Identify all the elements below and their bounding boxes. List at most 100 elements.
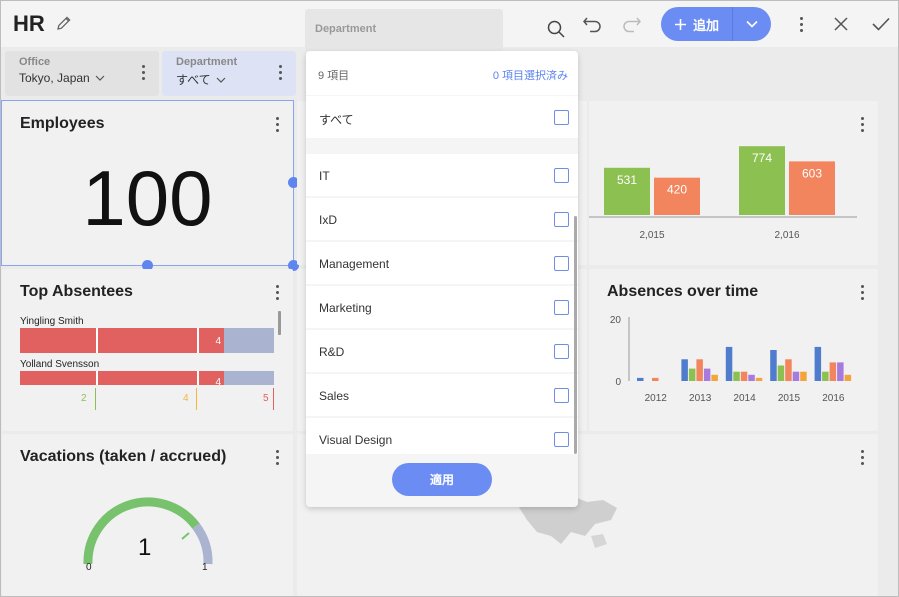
option-label: Sales: [319, 389, 350, 403]
bar-value-label: 420: [667, 183, 687, 197]
absentee-remaining-bar: [224, 328, 274, 353]
bar[interactable]: [837, 362, 844, 381]
chevron-down-icon: [746, 20, 758, 28]
bar[interactable]: [688, 368, 696, 381]
x-tick-label: 2012: [645, 393, 668, 404]
bar[interactable]: [777, 365, 785, 382]
check-icon[interactable]: [869, 12, 893, 36]
threshold-low-label: 2: [81, 393, 87, 404]
option-checkbox[interactable]: [554, 344, 569, 359]
selected-count-link[interactable]: 0 項目選択済み: [493, 67, 568, 83]
chevron-down-icon: [216, 77, 226, 83]
absentee-bar: 4: [20, 371, 224, 385]
add-dropdown-button[interactable]: [733, 7, 771, 41]
bar[interactable]: [785, 359, 792, 381]
bar[interactable]: [703, 368, 711, 381]
card-more-icon[interactable]: [276, 450, 279, 465]
card-title: Vacations (taken / accrued): [20, 448, 227, 465]
dropdown-header-label: Department: [315, 23, 377, 35]
close-icon[interactable]: [829, 12, 853, 36]
option-label: R&D: [319, 345, 345, 359]
card-top-absentees[interactable]: Top Absentees Yingling Smith 4 Yolland S…: [2, 269, 293, 431]
more-vertical-icon[interactable]: [789, 12, 813, 36]
dropdown-option[interactable]: Visual Design: [306, 418, 578, 454]
threshold-high-label: 5: [263, 393, 269, 404]
dropdown-option[interactable]: R&D: [306, 330, 578, 372]
card-absences-over-time[interactable]: Absences over time 20 0 2012 2013 2014 2015 20…: [589, 269, 878, 431]
absentee-remaining-bar: [224, 371, 274, 385]
bar-value-label: 603: [802, 166, 822, 180]
x-tick-label: 2,016: [774, 230, 799, 241]
redo-icon[interactable]: [620, 12, 644, 36]
option-label: Management: [319, 257, 390, 271]
bar[interactable]: [755, 377, 763, 381]
bar[interactable]: [652, 377, 659, 381]
bar-value-label: 531: [617, 173, 637, 187]
dropdown-option[interactable]: Marketing: [306, 286, 578, 328]
absences-chart-svg: 20 0 2012 2013 2014 2015 2016: [610, 315, 852, 404]
option-label: すべて: [319, 113, 354, 127]
bar[interactable]: [696, 359, 703, 381]
dashboard-title: HR: [13, 11, 45, 36]
dropdown-header: Department: [305, 9, 503, 51]
x-tick-label: 2015: [778, 393, 801, 404]
card-more-icon[interactable]: [861, 450, 864, 465]
bar-chart-svg: 531 420 2,015 774 603 2,016: [589, 146, 857, 241]
absentee-name: Yingling Smith: [20, 316, 84, 327]
bar[interactable]: [748, 374, 755, 381]
filter-office-more-icon[interactable]: [142, 65, 145, 80]
add-button-label: 追加: [692, 17, 719, 33]
bar[interactable]: [711, 374, 718, 381]
filter-department-more-icon[interactable]: [279, 65, 282, 80]
bar[interactable]: [637, 377, 644, 381]
bar[interactable]: [800, 371, 807, 381]
dropdown-option-all[interactable]: すべて: [306, 96, 578, 138]
undo-icon[interactable]: [580, 12, 604, 36]
list-scrollbar[interactable]: [278, 311, 281, 335]
bar[interactable]: [814, 346, 822, 381]
card-vacations[interactable]: Vacations (taken / accrued) 1 0 1: [2, 434, 293, 596]
option-checkbox[interactable]: [554, 212, 569, 227]
bar[interactable]: [792, 371, 800, 381]
dropdown-option[interactable]: Management: [306, 242, 578, 284]
option-checkbox[interactable]: [554, 300, 569, 315]
bar[interactable]: [829, 362, 837, 381]
x-tick-label: 2,015: [639, 230, 664, 241]
apply-button[interactable]: 適用: [392, 463, 492, 496]
filter-department-value: すべて: [176, 73, 211, 87]
x-tick-label: 2016: [822, 393, 845, 404]
bar[interactable]: [822, 371, 829, 381]
bar[interactable]: [733, 371, 740, 381]
bar[interactable]: [770, 350, 777, 381]
threshold-high-line: [273, 388, 274, 410]
bar[interactable]: [844, 374, 852, 381]
option-checkbox[interactable]: [554, 432, 569, 447]
card-bar-chart[interactable]: 531 420 2,015 774 603 2,016: [589, 101, 878, 265]
dropdown-option[interactable]: Sales: [306, 374, 578, 416]
filter-office[interactable]: Office Tokyo, Japan: [5, 51, 159, 96]
option-label: IxD: [319, 213, 337, 227]
pencil-icon[interactable]: [55, 14, 73, 32]
dropdown-option[interactable]: IT: [306, 154, 578, 196]
bar[interactable]: [740, 371, 748, 381]
option-checkbox[interactable]: [554, 388, 569, 403]
bar[interactable]: [681, 359, 688, 381]
option-checkbox[interactable]: [554, 168, 569, 183]
dropdown-option[interactable]: IxD: [306, 198, 578, 240]
dropdown-scrollbar[interactable]: [574, 216, 577, 454]
threshold-mid-line: [196, 388, 197, 410]
gauge-max-label: 1: [202, 562, 208, 573]
department-dropdown[interactable]: 9 項目 0 項目選択済み すべて IT IxD Management Mark…: [306, 51, 578, 507]
bar[interactable]: [725, 346, 733, 381]
plus-icon: [674, 18, 686, 30]
option-checkbox[interactable]: [554, 110, 569, 125]
option-label: Visual Design: [319, 433, 393, 447]
option-checkbox[interactable]: [554, 256, 569, 271]
add-main-button[interactable]: 追加: [661, 7, 733, 41]
search-icon[interactable]: [544, 17, 568, 41]
add-button[interactable]: 追加: [661, 7, 771, 41]
filter-department[interactable]: Department すべて: [162, 51, 296, 96]
card-more-icon[interactable]: [276, 285, 279, 300]
dashboard-frame: HR 追加 Office Tokyo, Japan Department すべて…: [0, 0, 899, 597]
item-count: 9 項目: [318, 70, 350, 82]
